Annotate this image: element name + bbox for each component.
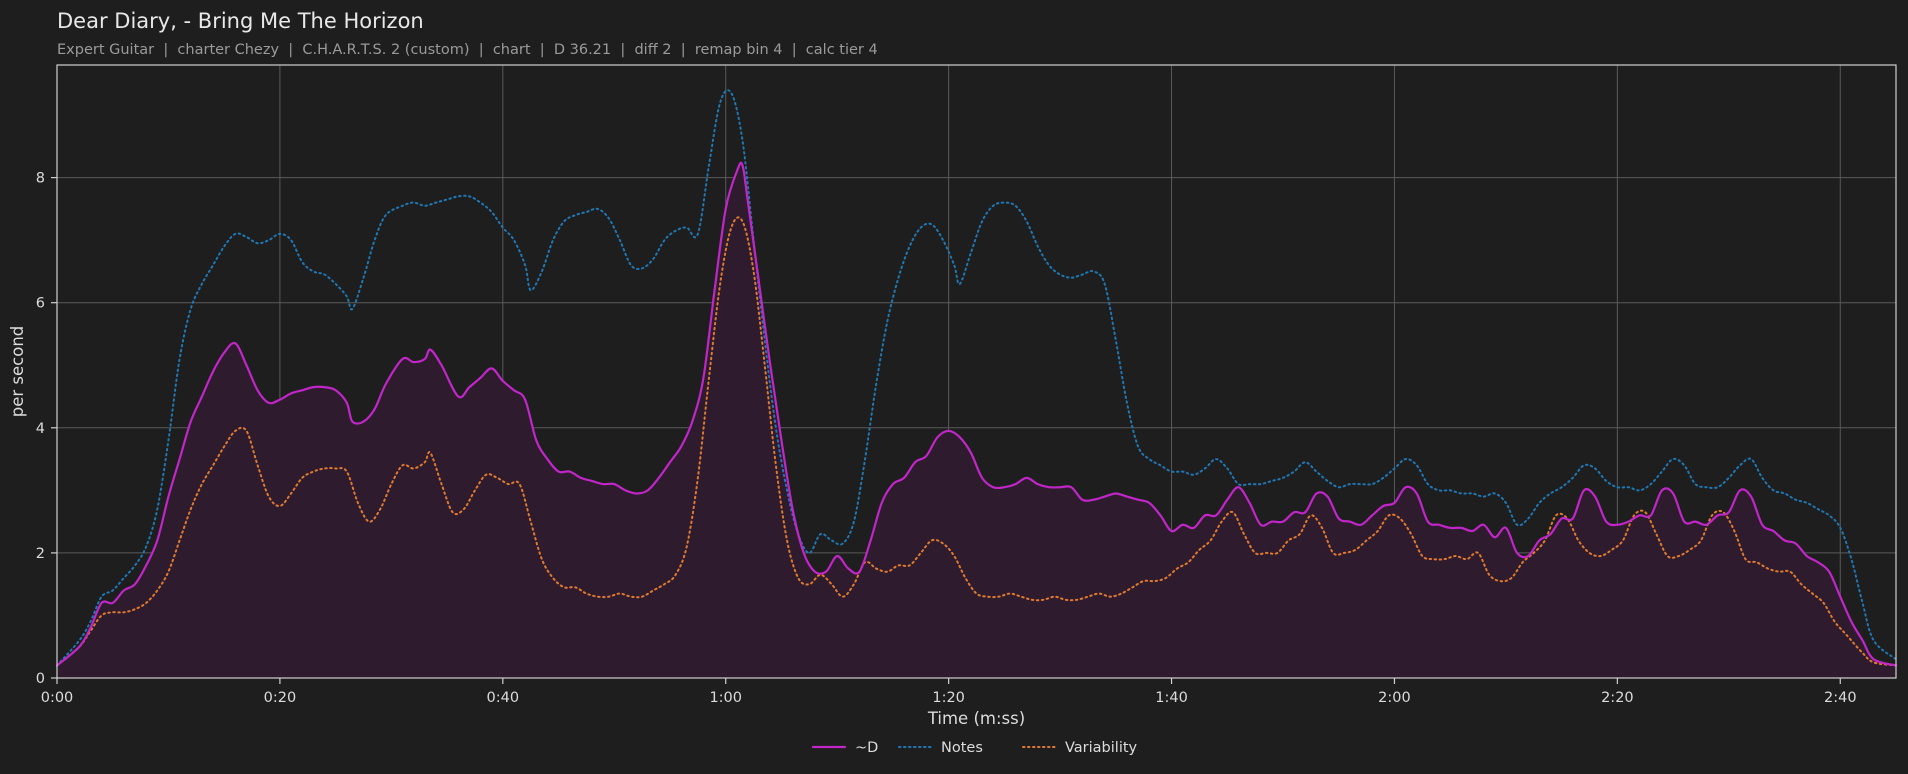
chart-subtitle: Expert Guitar | charter Chezy | C.H.A.R.… bbox=[57, 42, 878, 58]
legend: ~D Notes Variability bbox=[811, 740, 1138, 756]
legend-label: Variability bbox=[1065, 740, 1138, 756]
y-tick-label: 2 bbox=[36, 546, 45, 562]
chart-title: Dear Diary, - Bring Me The Horizon bbox=[57, 9, 424, 33]
x-axis-label: Time (m:ss) bbox=[927, 709, 1025, 728]
y-tick-label: 0 bbox=[36, 671, 45, 687]
x-tick-label: 0:00 bbox=[41, 690, 74, 706]
y-tick-label: 6 bbox=[36, 296, 45, 312]
x-tick-label: 1:40 bbox=[1155, 690, 1188, 706]
x-tick-label: 0:40 bbox=[487, 690, 520, 706]
x-tick-label: 1:20 bbox=[932, 690, 965, 706]
x-tick-label: 2:20 bbox=[1601, 690, 1634, 706]
x-tick-label: 2:00 bbox=[1378, 690, 1411, 706]
x-tick-label: 1:00 bbox=[709, 690, 742, 706]
y-tick-label: 4 bbox=[36, 421, 45, 437]
x-tick-label: 2:40 bbox=[1824, 690, 1857, 706]
x-tick-label: 0:20 bbox=[264, 690, 297, 706]
legend-label: Notes bbox=[941, 740, 983, 756]
legend-label: ~D bbox=[855, 740, 878, 756]
y-tick-label: 8 bbox=[36, 171, 45, 187]
chart-canvas: Dear Diary, - Bring Me The Horizon Exper… bbox=[0, 0, 1908, 774]
y-axis-label: per second bbox=[8, 326, 27, 418]
